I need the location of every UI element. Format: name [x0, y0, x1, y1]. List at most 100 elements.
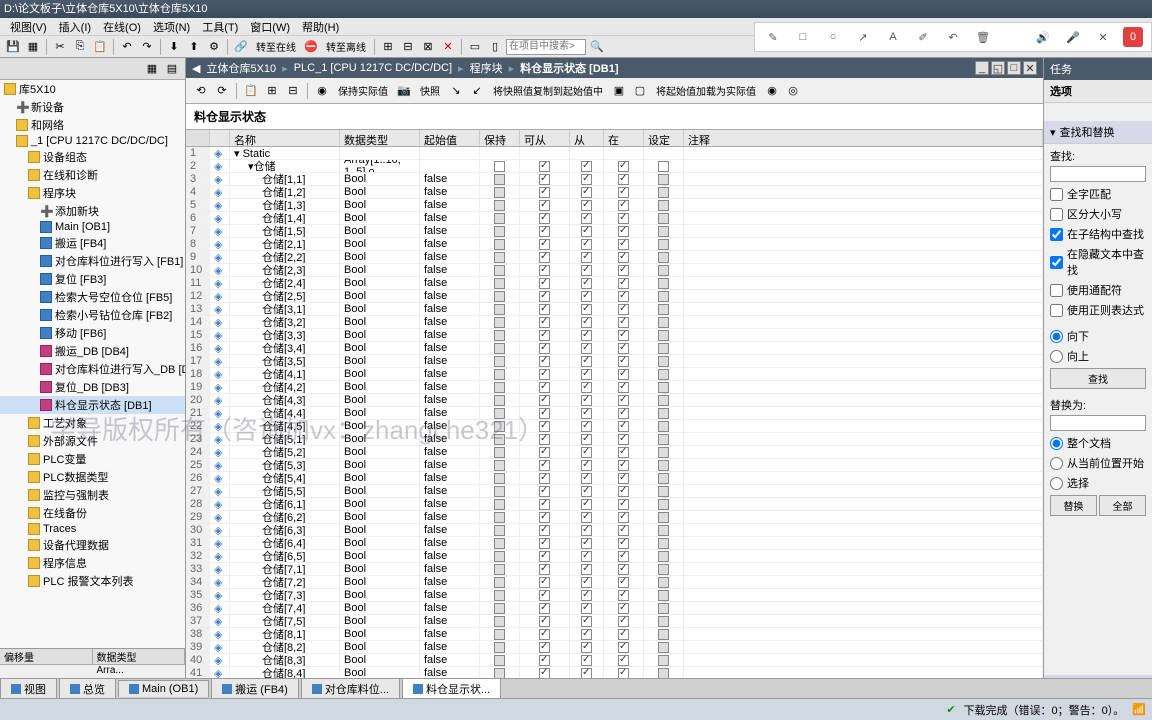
- toolbar-icon[interactable]: ▭: [466, 38, 484, 56]
- table-row[interactable]: 34◈ 仓储[7,2]Boolfalse: [186, 576, 1043, 589]
- table-row[interactable]: 16◈ 仓储[3,4]Boolfalse: [186, 342, 1043, 355]
- replace-button[interactable]: 替换: [1050, 495, 1097, 516]
- snapshot-icon[interactable]: 📷: [395, 82, 413, 100]
- table-row[interactable]: 30◈ 仓储[6,3]Boolfalse: [186, 524, 1043, 537]
- table-row[interactable]: 7◈ 仓储[1,5]Boolfalse: [186, 225, 1043, 238]
- expand-icon[interactable]: ⊞: [263, 82, 281, 100]
- tree-item[interactable]: 检索小号钻位仓库 [FB2]: [0, 306, 185, 324]
- tree-item[interactable]: ➕添加新块: [0, 202, 185, 220]
- tree-item[interactable]: 检索大号空位仓位 [FB5]: [0, 288, 185, 306]
- table-row[interactable]: 8◈ 仓储[2,1]Boolfalse: [186, 238, 1043, 251]
- toolbar-icon[interactable]: ⊞: [379, 38, 397, 56]
- toolbar-icon[interactable]: ⟳: [213, 82, 231, 100]
- table-row[interactable]: 26◈ 仓储[5,4]Boolfalse: [186, 472, 1043, 485]
- table-row[interactable]: 31◈ 仓储[6,4]Boolfalse: [186, 537, 1043, 550]
- highlight-icon[interactable]: ✐: [913, 27, 933, 47]
- paste-icon[interactable]: 📋: [91, 38, 109, 56]
- tree-item[interactable]: ➕新设备: [0, 98, 185, 116]
- menu-item[interactable]: 帮助(H): [296, 19, 345, 35]
- table-row[interactable]: 23◈ 仓储[5,1]Boolfalse: [186, 433, 1043, 446]
- table-row[interactable]: 5◈ 仓储[1,3]Boolfalse: [186, 199, 1043, 212]
- circle-icon[interactable]: ○: [823, 27, 843, 47]
- copy-icon[interactable]: ⎘: [71, 38, 89, 56]
- undo-icon[interactable]: ↶: [118, 38, 136, 56]
- opt-hidden[interactable]: 在隐藏文本中查找: [1050, 244, 1146, 280]
- offline-icon[interactable]: ⛔: [302, 38, 320, 56]
- tree-item[interactable]: 复位 [FB3]: [0, 270, 185, 288]
- scope-pos[interactable]: 从当前位置开始: [1050, 453, 1146, 473]
- menu-item[interactable]: 工具(T): [196, 19, 244, 35]
- tree-item[interactable]: 工艺对象: [0, 414, 185, 432]
- toolbar-icon[interactable]: ⊟: [399, 38, 417, 56]
- table-row[interactable]: 12◈ 仓储[2,5]Boolfalse: [186, 290, 1043, 303]
- tree-item[interactable]: 料仓显示状态 [DB1]: [0, 396, 185, 414]
- table-row[interactable]: 10◈ 仓储[2,3]Boolfalse: [186, 264, 1043, 277]
- table-row[interactable]: 9◈ 仓储[2,2]Boolfalse: [186, 251, 1043, 264]
- opt-regex[interactable]: 使用正则表达式: [1050, 300, 1146, 320]
- save-icon[interactable]: 💾: [4, 38, 22, 56]
- close-icon[interactable]: ✕: [1023, 61, 1037, 75]
- menu-item[interactable]: 在线(O): [97, 19, 147, 35]
- editor-tab[interactable]: 搬运 (FB4): [211, 678, 299, 699]
- table-row[interactable]: 17◈ 仓储[3,5]Boolfalse: [186, 355, 1043, 368]
- tree-item[interactable]: 程序块: [0, 184, 185, 202]
- cut-icon[interactable]: ✂: [51, 38, 69, 56]
- table-row[interactable]: 36◈ 仓储[7,4]Boolfalse: [186, 602, 1043, 615]
- upload-icon[interactable]: ⬆: [185, 38, 203, 56]
- table-row[interactable]: 11◈ 仓储[2,4]Boolfalse: [186, 277, 1043, 290]
- tree-item[interactable]: 在线备份: [0, 504, 185, 522]
- table-row[interactable]: 28◈ 仓储[6,1]Boolfalse: [186, 498, 1043, 511]
- toolbar-icon[interactable]: 📋: [242, 82, 260, 100]
- table-row[interactable]: 3◈ 仓储[1,1]Boolfalse: [186, 173, 1043, 186]
- table-row[interactable]: 33◈ 仓储[7,1]Boolfalse: [186, 563, 1043, 576]
- tree-item[interactable]: 监控与强制表: [0, 486, 185, 504]
- toolbar-icon[interactable]: ⟲: [192, 82, 210, 100]
- collapse-icon[interactable]: ⊟: [284, 82, 302, 100]
- toolbar-icon[interactable]: ▣: [610, 82, 628, 100]
- toolbar-icon[interactable]: ◉: [763, 82, 781, 100]
- download-icon[interactable]: ⬇: [165, 38, 183, 56]
- tree-list-icon[interactable]: ▤: [163, 60, 181, 78]
- restore-icon[interactable]: ◱: [991, 61, 1005, 75]
- table-row[interactable]: 2◈▾ 仓储Array[1..10, 1..5] o...: [186, 160, 1043, 173]
- table-row[interactable]: 25◈ 仓储[5,3]Boolfalse: [186, 459, 1043, 472]
- replace-input[interactable]: [1050, 415, 1146, 431]
- compile-icon[interactable]: ⚙: [205, 38, 223, 56]
- table-row[interactable]: 22◈ 仓储[4,5]Boolfalse: [186, 420, 1043, 433]
- scope-sel[interactable]: 选择: [1050, 473, 1146, 493]
- tree-item[interactable]: 对仓库料位进行写入_DB [DB2]: [0, 360, 185, 378]
- opt-wholeword[interactable]: 全字匹配: [1050, 184, 1146, 204]
- toolbar-icon[interactable]: ⊠: [419, 38, 437, 56]
- tree-item[interactable]: 库5X10: [0, 80, 185, 98]
- table-row[interactable]: 24◈ 仓储[5,2]Boolfalse: [186, 446, 1043, 459]
- options-section[interactable]: 选项: [1044, 80, 1152, 103]
- tree-item[interactable]: Main [OB1]: [0, 220, 185, 234]
- editor-tab[interactable]: 对仓库料位...: [301, 678, 400, 699]
- table-row[interactable]: 14◈ 仓储[3,2]Boolfalse: [186, 316, 1043, 329]
- project-search-input[interactable]: [506, 39, 586, 55]
- opt-wildcard[interactable]: 使用通配符: [1050, 280, 1146, 300]
- tree-item[interactable]: 搬运_DB [DB4]: [0, 342, 185, 360]
- dir-up[interactable]: 向上: [1050, 346, 1146, 366]
- opt-substruct[interactable]: 在子结构中查找: [1050, 224, 1146, 244]
- tree-item[interactable]: 外部源文件: [0, 432, 185, 450]
- minimize-icon[interactable]: _: [975, 61, 989, 75]
- tree-item[interactable]: PLC数据类型: [0, 468, 185, 486]
- search-icon[interactable]: 🔍: [588, 38, 606, 56]
- table-row[interactable]: 1◈▾ Static: [186, 147, 1043, 160]
- redo-icon[interactable]: ↷: [138, 38, 156, 56]
- table-row[interactable]: 20◈ 仓储[4,3]Boolfalse: [186, 394, 1043, 407]
- opt-case[interactable]: 区分大小写: [1050, 204, 1146, 224]
- editor-tab[interactable]: Main (OB1): [118, 680, 209, 697]
- text-icon[interactable]: A: [883, 27, 903, 47]
- table-row[interactable]: 19◈ 仓储[4,2]Boolfalse: [186, 381, 1043, 394]
- table-row[interactable]: 15◈ 仓储[3,3]Boolfalse: [186, 329, 1043, 342]
- toolbar-icon[interactable]: ◉: [313, 82, 331, 100]
- dir-down[interactable]: 向下: [1050, 326, 1146, 346]
- table-row[interactable]: 37◈ 仓储[7,5]Boolfalse: [186, 615, 1043, 628]
- find-input[interactable]: [1050, 166, 1146, 182]
- undo-icon[interactable]: ↶: [943, 27, 963, 47]
- pencil-icon[interactable]: ✎: [763, 27, 783, 47]
- editor-tab[interactable]: 视图: [0, 678, 57, 699]
- tree-item[interactable]: PLC 报警文本列表: [0, 572, 185, 590]
